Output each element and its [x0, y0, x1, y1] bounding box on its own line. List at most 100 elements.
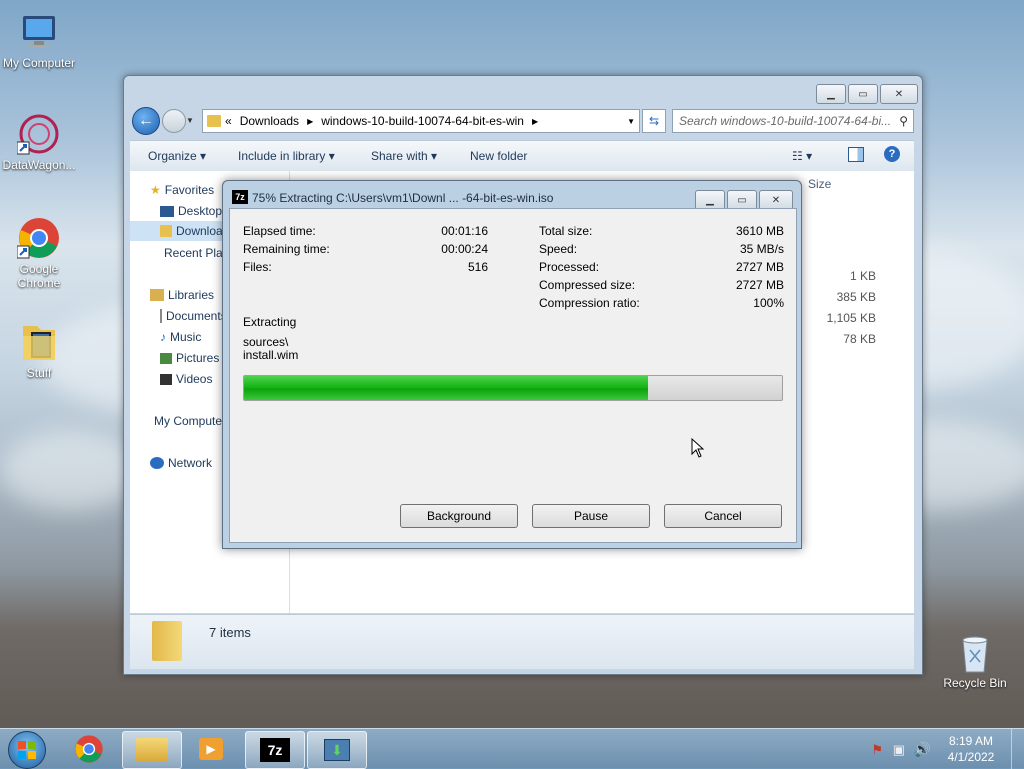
search-icon[interactable]: ⚲ [899, 114, 908, 128]
taskbar: ▶ 7z ⬇ ⚑ ▣ 🔊 8:19 AM 4/1/2022 [0, 728, 1024, 769]
processed-label: Processed: [539, 260, 600, 274]
history-dropdown[interactable]: ▼ [186, 116, 194, 125]
address-bar[interactable]: « Downloads ▶ windows-10-build-10074-64-… [202, 109, 640, 133]
dialog-minimize-button[interactable]: ▁ [695, 190, 725, 210]
current-path-folder: sources\ [243, 335, 289, 349]
column-header-size[interactable]: Size [808, 177, 831, 191]
item-count: 7 items [209, 625, 251, 640]
nav-recent-places[interactable]: Recent Places [160, 246, 224, 260]
compressed-size-value: 2727 MB [735, 278, 784, 292]
desktop-icon-label: Stuff [26, 366, 52, 380]
dialog-maximize-button[interactable]: ▭ [727, 190, 757, 210]
nav-favorites[interactable]: ★ Favorites [150, 183, 214, 197]
action-center-icon[interactable]: ⚑ [871, 742, 883, 758]
view-options-icon[interactable]: ☷ ▾ [792, 149, 812, 163]
back-button[interactable]: ← [132, 107, 160, 135]
start-button[interactable] [8, 731, 46, 769]
refresh-button[interactable]: ⇆ [642, 109, 666, 133]
file-size: 78 KB [843, 332, 876, 346]
breadcrumb-separator-icon: ▶ [307, 116, 314, 126]
taskbar-install-button[interactable]: ⬇ [307, 731, 367, 769]
nav-documents[interactable]: Documents [160, 309, 224, 323]
nav-videos[interactable]: Videos [160, 372, 224, 386]
organize-button[interactable]: Organize ▾ [148, 149, 206, 163]
desktop-icon-label: DataWagon... [2, 158, 76, 172]
star-icon: ★ [150, 183, 161, 197]
folder-icon [17, 320, 61, 364]
nav-music[interactable]: ♪ Music [160, 330, 224, 344]
libraries-icon [150, 289, 164, 301]
command-bar: Organize ▾ Include in library ▾ Share wi… [130, 140, 914, 172]
datawagon-icon [16, 112, 61, 156]
volume-icon[interactable]: 🔊 [914, 741, 931, 758]
breadcrumb-downloads[interactable]: Downloads [240, 114, 299, 128]
taskbar-chrome-button[interactable] [60, 731, 118, 767]
chrome-icon [75, 735, 103, 763]
help-icon[interactable]: ? [884, 146, 900, 162]
dialog-title: 75% Extracting C:\Users\vm1\Downl ... -6… [252, 191, 554, 205]
nav-libraries[interactable]: Libraries [150, 288, 214, 302]
desktop-icon [160, 205, 174, 217]
desktop-icon-label: Recycle Bin [943, 676, 1007, 690]
media-player-icon: ▶ [199, 738, 223, 760]
nav-network[interactable]: Network [150, 456, 224, 470]
folder-icon [136, 738, 168, 762]
share-with-button[interactable]: Share with ▾ [371, 149, 437, 163]
file-size: 385 KB [836, 290, 876, 304]
breadcrumb-overflow[interactable]: « [225, 114, 232, 128]
network-status-icon[interactable]: ▣ [893, 742, 905, 758]
search-input[interactable]: Search windows-10-build-10074-64-bi... ⚲ [672, 109, 914, 133]
address-dropdown-icon[interactable]: ▼ [627, 117, 635, 126]
folder-icon [152, 621, 182, 661]
clock[interactable]: 8:19 AM 4/1/2022 [938, 733, 1004, 765]
details-pane: 7 items [130, 614, 914, 669]
speed-value: 35 MB/s [739, 242, 784, 256]
dialog-body: Elapsed time: 00:01:16 Remaining time: 0… [229, 208, 797, 543]
folder-icon [207, 115, 221, 127]
desktop-icon-datawagon[interactable]: DataWagon... [0, 112, 79, 172]
mouse-cursor-icon [691, 437, 705, 461]
extract-progress-dialog[interactable]: 7z 75% Extracting C:\Users\vm1\Downl ...… [222, 180, 802, 549]
windows-logo-icon [18, 741, 36, 759]
files-value: 516 [467, 260, 488, 274]
taskbar-explorer-button[interactable] [122, 731, 182, 769]
preview-pane-icon[interactable] [848, 147, 864, 162]
background-button[interactable]: Background [400, 504, 518, 528]
search-placeholder: Search windows-10-build-10074-64-bi... [679, 114, 892, 128]
breadcrumb-current-folder[interactable]: windows-10-build-10074-64-bit-es-win [321, 114, 524, 128]
compression-ratio-value: 100% [753, 296, 784, 310]
pause-button[interactable]: Pause [532, 504, 650, 528]
installer-icon: ⬇ [324, 739, 350, 761]
taskbar-media-player-button[interactable]: ▶ [182, 731, 240, 767]
7zip-icon: 7z [260, 738, 290, 762]
nav-pictures[interactable]: Pictures [160, 351, 224, 365]
remaining-time-value: 00:00:24 [441, 242, 488, 256]
desktop-icon-my-computer[interactable]: My Computer [0, 10, 79, 70]
speed-label: Speed: [539, 242, 578, 256]
desktop-icon-chrome[interactable]: Google Chrome [0, 216, 79, 290]
cancel-button[interactable]: Cancel [664, 504, 782, 528]
include-in-library-button[interactable]: Include in library ▾ [238, 149, 335, 163]
elapsed-time-value: 00:01:16 [441, 224, 488, 238]
elapsed-time-label: Elapsed time: [243, 224, 316, 238]
maximize-button[interactable]: ▭ [848, 84, 878, 104]
breadcrumb-separator-icon: ▶ [531, 116, 539, 126]
close-button[interactable]: ✕ [880, 84, 918, 104]
taskbar-7zip-button[interactable]: 7z [245, 731, 305, 769]
processed-value: 2727 MB [735, 260, 784, 274]
new-folder-button[interactable]: New folder [470, 149, 527, 163]
desktop-icon-label: Google Chrome [17, 262, 61, 290]
file-size: 1 KB [849, 269, 876, 283]
show-desktop-button[interactable] [1011, 729, 1024, 769]
file-size: 1,105 KB [826, 311, 876, 325]
downloads-icon [160, 225, 172, 237]
dialog-close-button[interactable]: ✕ [759, 190, 793, 210]
forward-button[interactable] [162, 109, 186, 133]
desktop-icon-recycle-bin[interactable]: Recycle Bin [935, 630, 1015, 690]
nav-my-computer[interactable]: My Computer [150, 414, 224, 428]
recycle-bin-icon [953, 630, 997, 674]
nav-desktop[interactable]: Desktop [160, 204, 224, 218]
desktop-icon-stuff[interactable]: Stuff [0, 320, 79, 380]
progress-bar-fill [244, 376, 648, 400]
minimize-button[interactable]: ▁ [816, 84, 846, 104]
